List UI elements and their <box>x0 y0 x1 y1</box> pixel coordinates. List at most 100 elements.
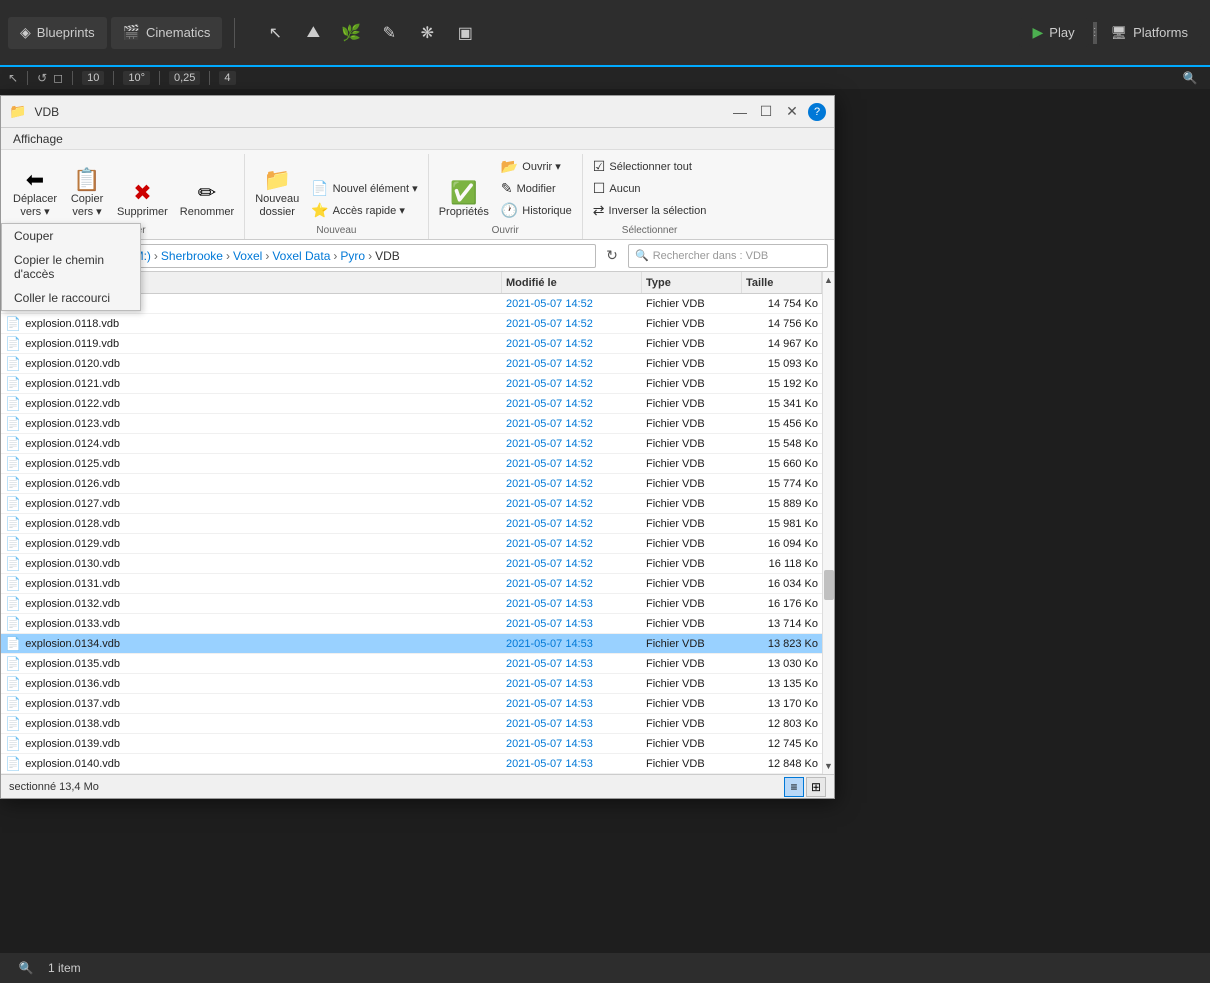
table-row[interactable]: 📄explosion.0126.vdb2021-05-07 14:52Fichi… <box>1 474 822 494</box>
table-row[interactable]: 📄explosion.0129.vdb2021-05-07 14:52Fichi… <box>1 534 822 554</box>
table-row[interactable]: 📄explosion.0127.vdb2021-05-07 14:52Fichi… <box>1 494 822 514</box>
close-button[interactable]: ✕ <box>780 100 804 124</box>
supprimer-label: Supprimer <box>117 206 168 219</box>
toolbar2-search-icon[interactable]: 🔍 <box>1178 69 1202 87</box>
menu-affichage[interactable]: Affichage <box>5 130 71 148</box>
select-icon-btn[interactable]: ↖ <box>259 17 291 49</box>
table-row[interactable]: 📄explosion.0125.vdb2021-05-07 14:52Fichi… <box>1 454 822 474</box>
table-row[interactable]: 📄explosion.0140.vdb2021-05-07 14:53Fichi… <box>1 754 822 774</box>
historique-label: Historique <box>522 205 572 217</box>
cursor-icon[interactable]: ↖ <box>8 71 18 85</box>
table-row[interactable]: 📄explosion.0128.vdb2021-05-07 14:52Fichi… <box>1 514 822 534</box>
file-icon: 📄 <box>5 556 21 572</box>
vertical-scrollbar[interactable]: ▲ ▼ <box>822 272 834 774</box>
table-row[interactable]: 📄explosion.0133.vdb2021-05-07 14:53Fichi… <box>1 614 822 634</box>
table-row[interactable]: 📄explosion.0132.vdb2021-05-07 14:53Fichi… <box>1 594 822 614</box>
table-row[interactable]: 📄explosion.0139.vdb2021-05-07 14:53Fichi… <box>1 734 822 754</box>
popup-copy-path[interactable]: Copier le chemin d'accès <box>2 248 140 286</box>
angle-value[interactable]: 10° <box>123 71 150 85</box>
ribbon-btn-aucun[interactable]: ☐ Aucun <box>589 178 711 199</box>
file-icon: 📄 <box>5 456 21 472</box>
tab-cinematics[interactable]: 🎬 Cinematics <box>111 17 223 49</box>
file-date-cell: 2021-05-07 14:52 <box>502 358 642 370</box>
table-row[interactable]: 📄explosion.0138.vdb2021-05-07 14:53Fichi… <box>1 714 822 734</box>
physics-icon-btn[interactable]: ❋ <box>411 17 443 49</box>
table-row[interactable]: 📄explosion.0131.vdb2021-05-07 14:52Fichi… <box>1 574 822 594</box>
tab-cinematics-label: Cinematics <box>146 25 210 40</box>
scroll-track[interactable] <box>823 288 835 758</box>
view-list-button[interactable]: ≡ <box>784 777 804 797</box>
table-row[interactable]: 📄explosion.0136.vdb2021-05-07 14:53Fichi… <box>1 674 822 694</box>
file-name: explosion.0133.vdb <box>25 618 120 630</box>
ribbon-btn-renommer[interactable]: ✏ Renommer <box>176 180 238 221</box>
window-title: VDB <box>26 105 726 119</box>
popup-coller-raccourci[interactable]: Coller le raccourci <box>2 286 140 310</box>
scroll-thumb[interactable] <box>824 570 834 600</box>
mesh-paint-icon-btn[interactable]: ✎ <box>373 17 405 49</box>
col-header-date[interactable]: Modifié le <box>502 272 642 293</box>
table-row[interactable]: 📄explosion.0135.vdb2021-05-07 14:53Fichi… <box>1 654 822 674</box>
platforms-button[interactable]: 🖥 Platforms <box>1097 19 1202 47</box>
help-button[interactable]: ? <box>808 103 826 121</box>
play-button[interactable]: ▶ Play <box>1019 18 1089 47</box>
refresh-icon[interactable]: ↺ <box>37 71 47 85</box>
file-date-cell: 2021-05-07 14:52 <box>502 578 642 590</box>
table-row[interactable]: 📄explosion.0123.vdb2021-05-07 14:52Fichi… <box>1 414 822 434</box>
table-row[interactable]: 📄explosion.0118.vdb2021-05-07 14:52Fichi… <box>1 314 822 334</box>
table-row[interactable]: 📄explosion.0122.vdb2021-05-07 14:52Fichi… <box>1 394 822 414</box>
geometry-icon-btn[interactable]: ▣ <box>449 17 481 49</box>
ribbon-btn-proprietes[interactable]: ✅ Propriétés <box>435 180 493 221</box>
minimize-button[interactable]: — <box>728 100 752 124</box>
foliage-icon-btn[interactable]: 🌿 <box>335 17 367 49</box>
maximize-button[interactable]: ☐ <box>754 100 778 124</box>
file-name: explosion.0137.vdb <box>25 698 120 710</box>
toolbar2-divider3 <box>113 71 114 85</box>
ribbon-btn-inverser[interactable]: ⇄ Inverser la sélection <box>589 200 711 221</box>
table-row[interactable]: 📄explosion.0130.vdb2021-05-07 14:52Fichi… <box>1 554 822 574</box>
table-row[interactable]: 📄explosion.0137.vdb2021-05-07 14:53Fichi… <box>1 694 822 714</box>
bottom-search-icon[interactable]: 🔍 <box>12 957 40 979</box>
blueprints-icon: ◈ <box>20 24 31 41</box>
grid-value[interactable]: 10 <box>82 71 104 85</box>
layers-value[interactable]: 4 <box>219 71 235 85</box>
col-header-size[interactable]: Taille <box>742 272 822 293</box>
ribbon-btn-deplacer[interactable]: ⬅ Déplacervers ▾ <box>9 167 61 221</box>
popup-couper[interactable]: Couper <box>2 224 140 248</box>
ribbon-btn-acces-rapide[interactable]: ⭐ Accès rapide ▾ <box>307 200 421 221</box>
tab-blueprints[interactable]: ◈ Blueprints <box>8 17 107 49</box>
ouvrir-label: Ouvrir <box>435 223 576 239</box>
ribbon-btn-selectionner-tout[interactable]: ☑ Sélectionner tout <box>589 156 711 177</box>
crumb-sherbrooke[interactable]: Sherbrooke <box>161 249 223 263</box>
copier-label: Copiervers ▾ <box>71 193 103 219</box>
ribbon-btn-copier[interactable]: 📋 Copiervers ▾ <box>65 167 109 221</box>
table-row[interactable]: 📄explosion.0134.vdb2021-05-07 14:53Fichi… <box>1 634 822 654</box>
ribbon-btn-supprimer[interactable]: ✖ Supprimer <box>113 180 172 221</box>
ribbon-btn-historique[interactable]: 🕐 Historique <box>497 200 576 221</box>
col-header-type[interactable]: Type <box>642 272 742 293</box>
crumb-voxel[interactable]: Voxel <box>233 249 262 263</box>
file-date-cell: 2021-05-07 14:53 <box>502 678 642 690</box>
snap-icon[interactable]: ◻ <box>53 71 63 85</box>
table-row[interactable]: 📄explosion.0119.vdb2021-05-07 14:52Fichi… <box>1 334 822 354</box>
table-row[interactable]: 📄explosion.0124.vdb2021-05-07 14:52Fichi… <box>1 434 822 454</box>
refresh-button[interactable]: ↻ <box>600 244 624 268</box>
file-date-cell: 2021-05-07 14:53 <box>502 758 642 770</box>
crumb-voxel-data[interactable]: Voxel Data <box>272 249 330 263</box>
table-row[interactable]: 📄explosion.0121.vdb2021-05-07 14:52Fichi… <box>1 374 822 394</box>
ribbon-btn-nouveau-dossier[interactable]: 📁 Nouveaudossier <box>251 167 303 221</box>
scroll-up-arrow[interactable]: ▲ <box>823 272 835 288</box>
scale-value[interactable]: 0,25 <box>169 71 200 85</box>
ribbon-btn-nouvel-element[interactable]: 📄 Nouvel élément ▾ <box>307 178 421 199</box>
file-icon: 📄 <box>5 656 21 672</box>
landscape-icon-btn[interactable]: ⛰ <box>297 17 329 49</box>
play-dropdown-icon[interactable]: ⋮ <box>1093 22 1097 44</box>
view-large-button[interactable]: ⊞ <box>806 777 826 797</box>
file-name-cell: 📄explosion.0122.vdb <box>1 396 502 412</box>
ribbon-btn-modifier[interactable]: ✎ Modifier <box>497 178 576 199</box>
ribbon-btn-ouvrir[interactable]: 📂 Ouvrir ▾ <box>497 156 576 177</box>
address-search[interactable]: 🔍 Rechercher dans : VDB <box>628 244 828 268</box>
file-name-cell: 📄explosion.0128.vdb <box>1 516 502 532</box>
scroll-down-arrow[interactable]: ▼ <box>823 758 835 774</box>
table-row[interactable]: 📄explosion.0120.vdb2021-05-07 14:52Fichi… <box>1 354 822 374</box>
crumb-pyro[interactable]: Pyro <box>340 249 365 263</box>
